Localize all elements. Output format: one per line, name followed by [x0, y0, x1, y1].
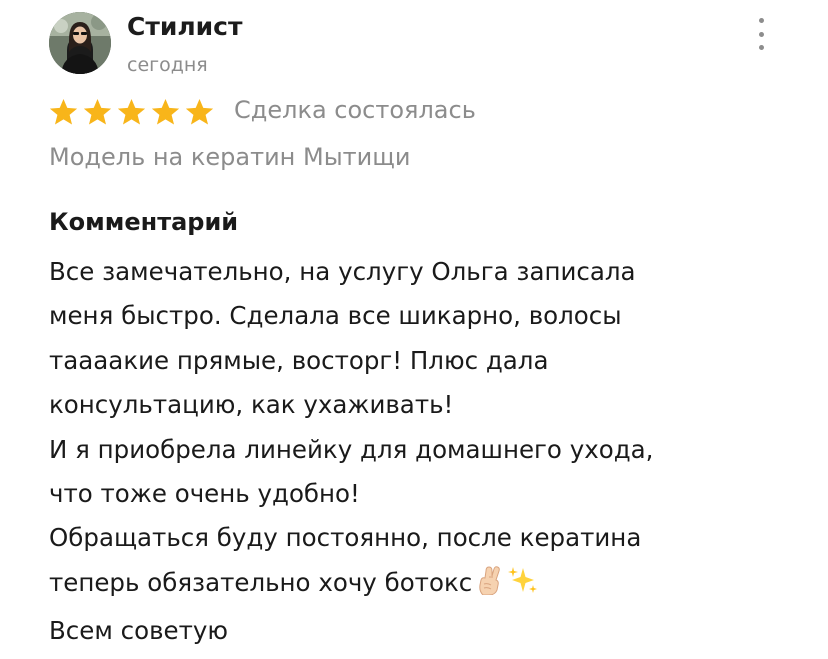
- listing-title[interactable]: Модель на кератин Мытищи: [49, 143, 410, 171]
- menu-dot: [758, 31, 764, 37]
- star-icon: [185, 98, 214, 125]
- avatar[interactable]: [49, 12, 111, 74]
- star-icon: [49, 98, 78, 125]
- comment-line: меня быстро. Сделала все шикарно, волосы: [49, 301, 622, 331]
- menu-dot: [758, 18, 764, 23]
- crossed-fingers-icon: [476, 565, 502, 609]
- more-vertical-icon[interactable]: [753, 18, 769, 50]
- comment-heading: Комментарий: [49, 208, 239, 236]
- comment-line-with-emoji: теперь обязательно хочу ботокс: [49, 561, 789, 609]
- comment-line: И я приобрела линейку для домашнего уход…: [49, 434, 654, 464]
- rating-stars: [48, 98, 215, 126]
- comment-line: Всем советую: [49, 616, 228, 646]
- star-icon: [117, 98, 146, 125]
- comment-line: консультацию, как ухаживать!: [49, 390, 454, 420]
- deal-status: Сделка состоялась: [234, 96, 476, 124]
- comment-text: Все замечательно, на услугу Ольга записа…: [49, 250, 789, 654]
- comment-line: теперь обязательно хочу ботокс: [49, 567, 473, 597]
- review-card: Стилист сегодня Сделка состоялась Модель…: [0, 0, 828, 659]
- author-name[interactable]: Стилист: [127, 12, 243, 41]
- menu-dot: [758, 45, 764, 50]
- comment-line: Обращаться буду постоянно, после кератин…: [49, 523, 642, 553]
- comment-line: таааакие прямые, восторг! Плюс дала: [49, 345, 549, 375]
- review-date: сегодня: [127, 54, 208, 76]
- avatar-photo: [49, 12, 111, 74]
- sparkles-icon: [506, 565, 538, 609]
- star-icon: [151, 98, 180, 125]
- comment-line: что тоже очень удобно!: [49, 479, 360, 509]
- comment-line: Все замечательно, на услугу Ольга записа…: [49, 257, 636, 286]
- star-icon: [83, 98, 112, 125]
